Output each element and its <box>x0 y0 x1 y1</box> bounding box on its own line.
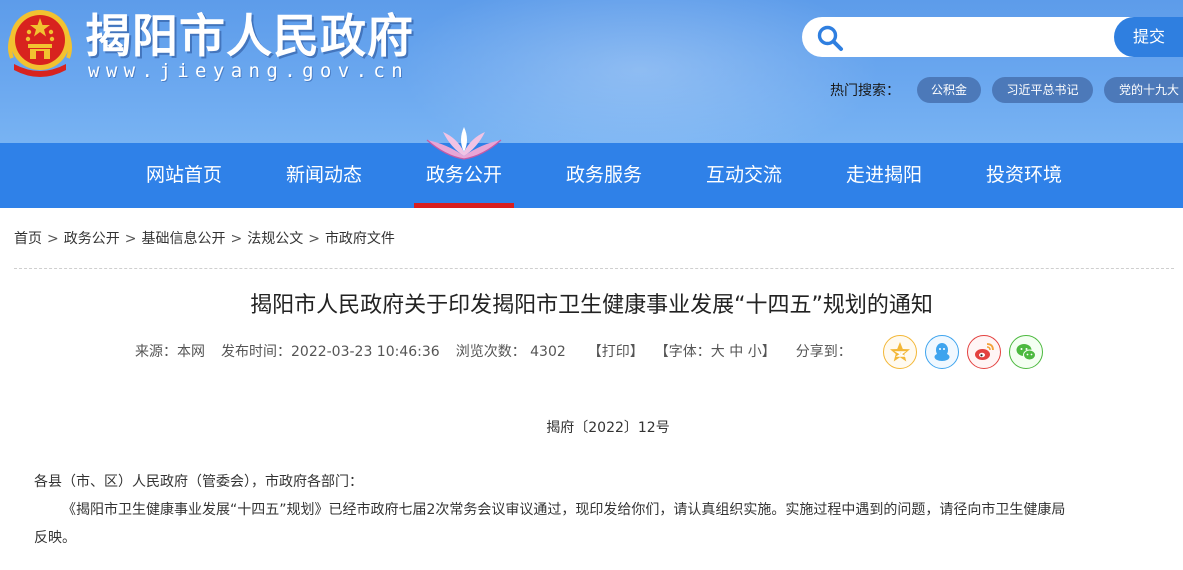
article-publish-time: 发布时间：2022-03-23 10:46:36 <box>221 344 440 360</box>
hot-tag-19th-congress[interactable]: 党的十九大 <box>1104 77 1183 103</box>
article-body-line-end: 反映。 <box>34 530 76 546</box>
weibo-icon[interactable] <box>967 335 1001 369</box>
nav-item-about-jieyang[interactable]: 走进揭阳 <box>834 143 934 208</box>
breadcrumb-separator: > <box>308 231 320 247</box>
site-title[interactable]: 揭阳市人民政府 <box>85 6 414 66</box>
nav-item-home[interactable]: 网站首页 <box>134 143 234 208</box>
breadcrumb-separator: > <box>230 231 243 247</box>
site-url: www.jieyang.gov.cn <box>88 60 410 82</box>
hot-tag-xi-jinping[interactable]: 习近平总书记 <box>992 77 1093 103</box>
article-title: 揭阳市人民政府关于印发揭阳市卫生健康事业发展“十四五”规划的通知 <box>250 293 933 318</box>
wechat-icon[interactable] <box>1009 335 1043 369</box>
breadcrumb-gov-affairs[interactable]: 政务公开 <box>64 231 120 247</box>
qq-icon[interactable] <box>925 335 959 369</box>
article-meta: 来源：本网 发布时间：2022-03-23 10:46:36 浏览次数： 4302 【… <box>135 340 868 364</box>
article-view-count: 浏览次数： 4302 <box>455 344 566 360</box>
article-salutation: 各县（市、区）人民政府（管委会），市政府各部门： <box>34 474 363 490</box>
breadcrumb-separator: > <box>47 231 59 247</box>
breadcrumb-divider <box>14 268 1174 269</box>
document-number: 揭府〔2022〕12号 <box>546 420 670 436</box>
nav-item-interaction[interactable]: 互动交流 <box>694 143 794 208</box>
breadcrumb-basic-info[interactable]: 基础信息公开 <box>141 231 225 247</box>
lotus-decoration-icon <box>426 127 502 160</box>
font-size-control[interactable]: 【字体：大 中 小】 <box>662 344 776 360</box>
search-box: 提交 <box>802 17 1183 57</box>
main-nav: 网站首页 新闻动态 政务公开 政务服务 互动交流 走进揭阳 投资环境 <box>0 143 1183 208</box>
breadcrumb-home[interactable]: 首页 <box>14 231 42 247</box>
breadcrumb-city-gov-docs[interactable]: 市政府文件 <box>325 231 395 247</box>
nav-item-investment[interactable]: 投资环境 <box>974 143 1074 208</box>
article-source: 来源：本网 <box>135 344 205 360</box>
breadcrumb-regulations[interactable]: 法规公文 <box>247 231 303 247</box>
search-input[interactable] <box>852 23 1102 51</box>
nav-item-news[interactable]: 新闻动态 <box>274 143 374 208</box>
qzone-icon[interactable] <box>883 335 917 369</box>
hot-search-label: 热门搜索： <box>830 83 900 99</box>
site-header: 揭阳市人民政府 www.jieyang.gov.cn 提交 热门搜索： 公积金 … <box>0 0 1183 143</box>
hot-tag-housing-fund[interactable]: 公积金 <box>917 77 981 103</box>
share-label: 分享到： <box>795 344 852 360</box>
search-icon <box>817 25 843 51</box>
search-submit-button[interactable]: 提交 <box>1114 17 1183 57</box>
breadcrumb: 首页 > 政务公开 > 基础信息公开 > 法规公文 > 市政府文件 <box>14 229 395 249</box>
breadcrumb-separator: > <box>124 231 137 247</box>
article-body-line: 《揭阳市卫生健康事业发展“十四五”规划》已经市政府七届2次常务会议审议通过，现印… <box>62 502 1066 518</box>
nav-item-gov-services[interactable]: 政务服务 <box>554 143 654 208</box>
print-button[interactable]: 【打印】 <box>588 344 644 360</box>
national-emblem-icon <box>8 10 72 77</box>
